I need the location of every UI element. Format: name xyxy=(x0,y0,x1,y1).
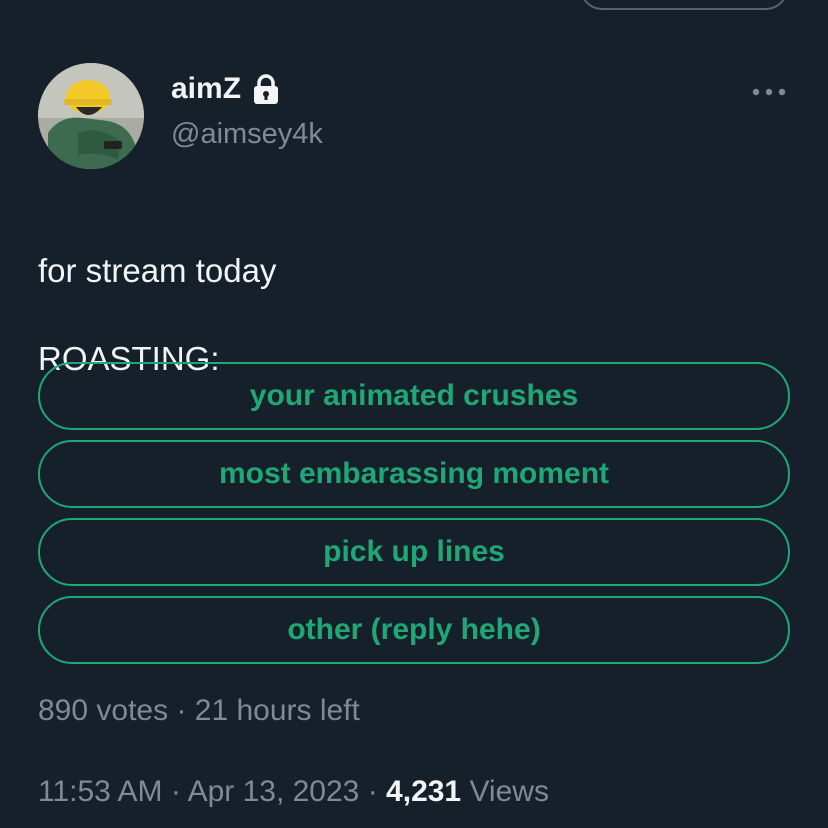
views-count[interactable]: 4,231 xyxy=(386,775,461,808)
lock-icon xyxy=(251,73,281,105)
tweet-date[interactable]: Apr 13, 2023 xyxy=(188,775,360,808)
views-label[interactable]: Views xyxy=(469,775,548,808)
poll-option[interactable]: most embarassing moment xyxy=(38,440,790,508)
follow-button-partial[interactable] xyxy=(580,0,788,10)
meta-separator-1: · xyxy=(170,775,181,808)
poll-time-left: 21 hours left xyxy=(194,694,360,727)
poll-option[interactable]: other (reply hehe) xyxy=(38,596,790,664)
poll-status: 890 votes · 21 hours left xyxy=(38,694,360,728)
poll-option[interactable]: pick up lines xyxy=(38,518,790,586)
tweet-time[interactable]: 11:53 AM xyxy=(38,775,163,808)
poll: your animated crushes most embarassing m… xyxy=(38,362,790,674)
author-name[interactable]: aimZ xyxy=(171,72,281,106)
poll-option[interactable]: your animated crushes xyxy=(38,362,790,430)
author-handle[interactable]: @aimsey4k xyxy=(171,118,323,151)
tweet-timestamp: 11:53 AM · Apr 13, 2023 · 4,231 Views xyxy=(38,775,549,809)
avatar[interactable] xyxy=(38,63,144,169)
more-icon[interactable] xyxy=(750,85,790,99)
display-name-text: aimZ xyxy=(171,72,242,105)
poll-votes: 890 votes xyxy=(38,694,169,727)
meta-separator-2: · xyxy=(367,775,378,808)
tweet-card: aimZ @aimsey4k for stream today ROASTING… xyxy=(0,0,828,828)
tweet-line-1: for stream today xyxy=(38,252,277,289)
poll-separator: · xyxy=(176,694,187,727)
